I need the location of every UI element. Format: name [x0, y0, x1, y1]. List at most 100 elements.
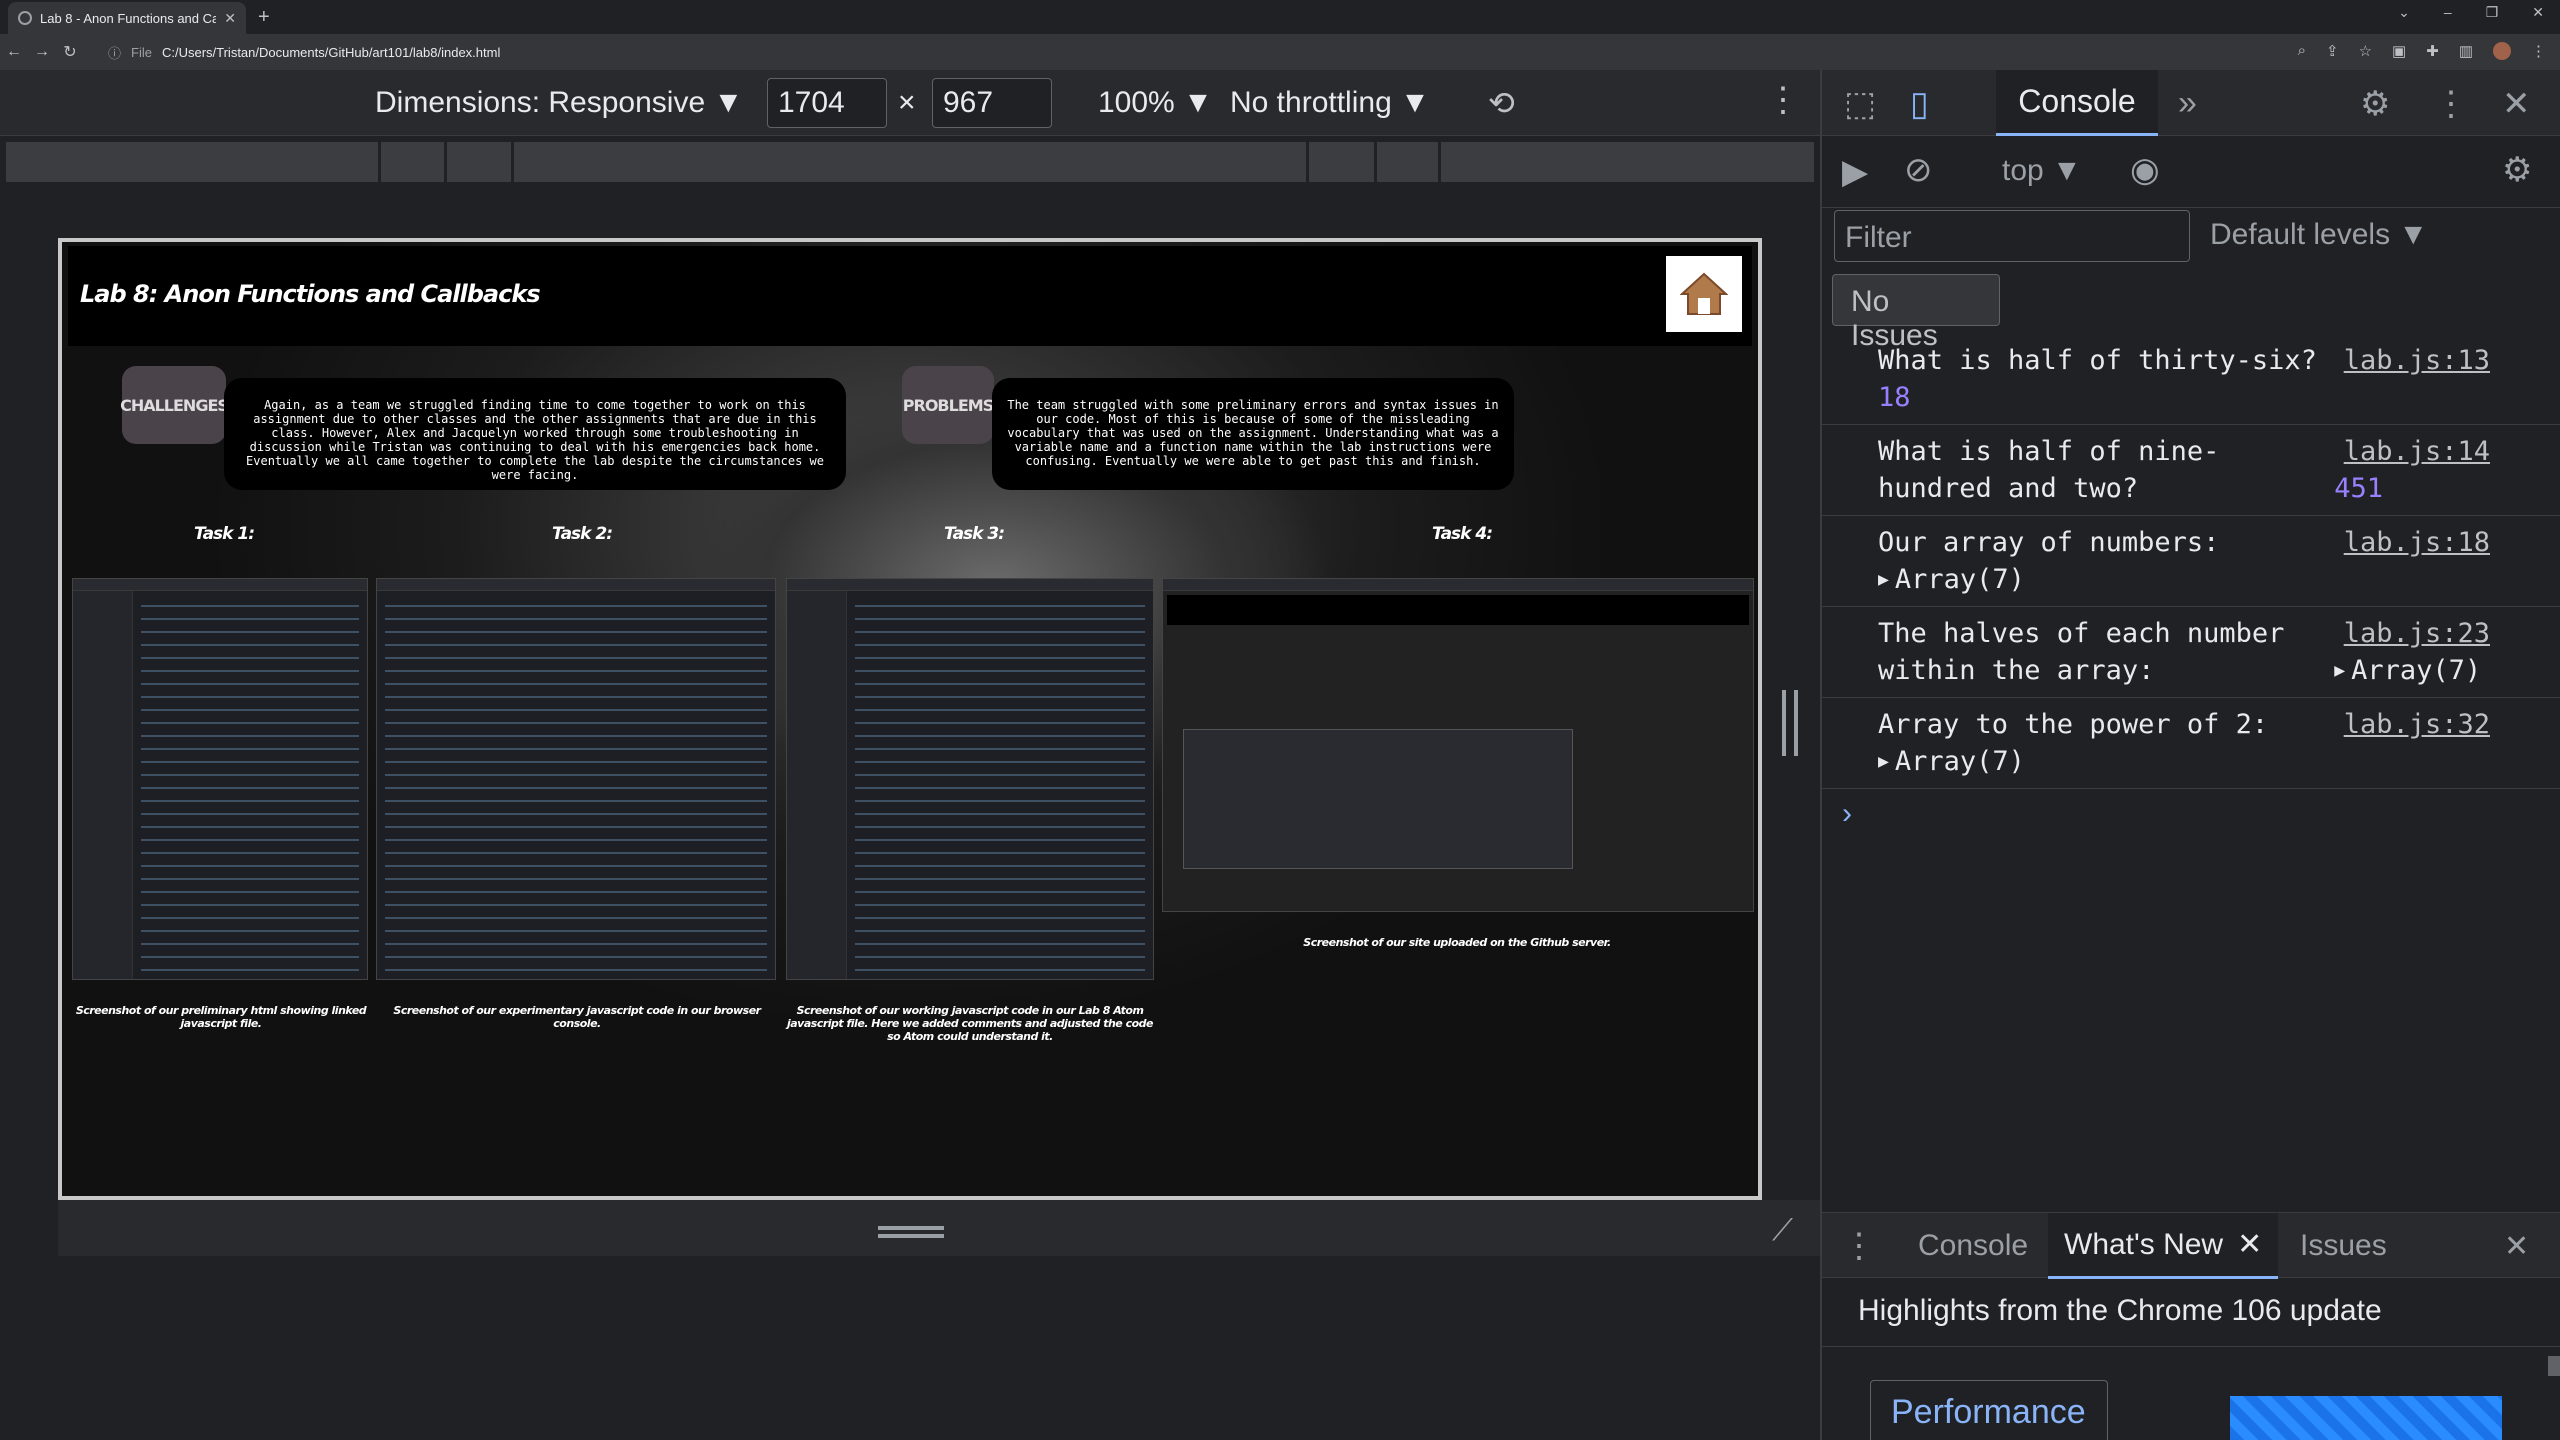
task-3-label: Task 3:	[944, 524, 1005, 544]
task-1-screenshot	[72, 578, 368, 980]
source-link[interactable]: lab.js:14	[2344, 433, 2490, 470]
rotate-icon[interactable]: ⟲	[1488, 84, 1515, 122]
tab-title: Lab 8 - Anon Functions and Callb	[40, 10, 217, 26]
drawer-tab-bar: ⋮ Console What's New ✕ Issues ✕	[1822, 1212, 2560, 1279]
expand-array[interactable]: Array(7)	[1878, 564, 2025, 595]
url-scheme-label: File	[131, 44, 152, 60]
back-icon[interactable]: ←	[0, 43, 28, 61]
challenges-badge: CHALLENGES	[120, 366, 229, 444]
drawer-tab-issues[interactable]: Issues	[2300, 1213, 2387, 1279]
console-messages: What is half of thirty-six? 18 lab.js:13…	[1822, 334, 2560, 839]
clear-console-icon[interactable]: ⊘	[1904, 150, 1933, 190]
drawer-tab-whats-new[interactable]: What's New ✕	[2048, 1213, 2279, 1279]
close-drawer-icon[interactable]: ✕	[2504, 1213, 2529, 1279]
drawer-menu-icon[interactable]: ⋮	[1842, 1213, 1876, 1279]
drawer-scrollbar[interactable]	[2548, 1356, 2560, 1376]
browser-tab[interactable]: Lab 8 - Anon Functions and Callb ✕	[8, 2, 246, 34]
reload-icon[interactable]: ↻	[56, 42, 84, 62]
close-tab-icon[interactable]: ✕	[224, 10, 236, 27]
expand-array[interactable]: Array(7)	[1878, 746, 2025, 777]
console-message: Our array of numbers: Array(7) lab.js:18	[1822, 516, 2560, 607]
tab-console[interactable]: Console	[1996, 70, 2158, 136]
profile-avatar[interactable]	[2493, 42, 2511, 60]
expand-array[interactable]: Array(7)	[2334, 655, 2481, 686]
viewport-resize-handle-bottom[interactable]	[878, 1226, 944, 1238]
problems-text: The team struggled with some preliminary…	[992, 378, 1514, 490]
console-message: What is half of nine-hundred and two? 45…	[1822, 425, 2560, 516]
bookmark-star-icon[interactable]: ☆	[2359, 42, 2372, 60]
toolbar-icons: ⌕ ⇪ ☆ ▣ ✚ ▥ ⋮	[2298, 42, 2546, 60]
task-4-screenshot	[1162, 578, 1754, 912]
info-icon[interactable]: ⓘ	[108, 43, 121, 62]
puzzle-icon[interactable]: ✚	[2426, 42, 2439, 60]
issues-button[interactable]: No Issues	[1832, 274, 2000, 352]
sidebar-toggle-icon[interactable]: ▶	[1842, 152, 1868, 192]
device-menu-icon[interactable]: ⋮	[1766, 80, 1800, 120]
width-input[interactable]: 1704	[767, 78, 887, 128]
zoom-dropdown[interactable]: 100% ▼	[1098, 86, 1213, 120]
drawer-tab-console[interactable]: Console	[1918, 1213, 2028, 1279]
source-link[interactable]: lab.js:13	[2344, 342, 2490, 379]
minimize-icon[interactable]: –	[2444, 4, 2452, 21]
performance-card-title[interactable]: Performance	[1870, 1380, 2108, 1440]
more-tabs-icon[interactable]: »	[2178, 84, 2197, 123]
task-1-label: Task 1:	[194, 524, 255, 544]
dimensions-dropdown[interactable]: Dimensions: Responsive ▼	[375, 86, 743, 120]
home-button[interactable]	[1666, 256, 1742, 332]
source-link[interactable]: lab.js:18	[2344, 524, 2490, 561]
task-2-caption: Screenshot of our experimentary javascri…	[393, 1004, 761, 1030]
forward-icon[interactable]: →	[28, 43, 56, 61]
sidebar-icon[interactable]: ▥	[2459, 42, 2473, 60]
tab-search-icon[interactable]: ⌄	[2398, 4, 2410, 21]
console-prompt[interactable]: ›	[1822, 789, 2560, 839]
source-link[interactable]: lab.js:32	[2344, 706, 2490, 743]
challenges-text: Again, as a team we struggled finding ti…	[224, 378, 846, 490]
extension-icon[interactable]: ▣	[2392, 42, 2406, 60]
url-text[interactable]: C:/Users/Tristan/Documents/GitHub/art101…	[162, 45, 500, 60]
media-query-bar[interactable]	[6, 142, 1814, 182]
problems-badge: PROBLEMS	[902, 366, 994, 444]
settings-gear-icon[interactable]: ⚙	[2360, 84, 2390, 124]
whats-new-heading: Highlights from the Chrome 106 update	[1858, 1294, 2382, 1327]
inspect-element-icon[interactable]: ⬚	[1844, 84, 1876, 124]
source-link[interactable]: lab.js:23	[2344, 615, 2490, 652]
devtools-toolbar: ⬚ ▯ Console » ⚙ ⋮ ✕	[1822, 70, 2560, 136]
home-icon	[1680, 272, 1728, 315]
live-expression-eye-icon[interactable]: ◉	[2130, 150, 2160, 190]
console-settings-gear-icon[interactable]: ⚙	[2502, 150, 2532, 190]
close-devtools-icon[interactable]: ✕	[2502, 84, 2531, 124]
restore-icon[interactable]: ❐	[2486, 4, 2499, 21]
resize-corner-icon[interactable]: ⟋	[1772, 1214, 1793, 1248]
emulated-viewport: Lab 8: Anon Functions and Callbacks CHAL…	[58, 238, 1762, 1200]
close-tab-icon[interactable]: ✕	[2237, 1227, 2262, 1262]
console-message: The halves of each number within the arr…	[1822, 607, 2560, 698]
filter-input[interactable]: Filter	[1834, 210, 2190, 262]
throttling-dropdown[interactable]: No throttling ▼	[1230, 86, 1430, 120]
devtools-panel: ⬚ ▯ Console » ⚙ ⋮ ✕ ▶ ⊘ top ▼ ◉ ⚙ Filter…	[1820, 70, 2560, 1440]
site-title: Lab 8: Anon Functions and Callbacks	[80, 280, 541, 308]
device-toggle-icon[interactable]: ▯	[1910, 84, 1929, 124]
console-message: What is half of thirty-six? 18 lab.js:13	[1822, 334, 2560, 425]
viewport-resize-handle-right[interactable]	[1782, 690, 1798, 756]
devtools-menu-icon[interactable]: ⋮	[2434, 84, 2468, 124]
close-window-icon[interactable]: ✕	[2532, 4, 2544, 21]
menu-kebab-icon[interactable]: ⋮	[2531, 42, 2546, 60]
share-icon[interactable]: ⇪	[2326, 42, 2339, 60]
height-input[interactable]: 967	[932, 78, 1052, 128]
task-3-caption: Screenshot of our working javascript cod…	[786, 1004, 1154, 1043]
zoom-icon[interactable]: ⌕	[2298, 42, 2306, 60]
device-toolbar: Dimensions: Responsive ▼ 1704 × 967 100%…	[0, 70, 1820, 136]
task-4-label: Task 4:	[1432, 524, 1493, 544]
log-levels-dropdown[interactable]: Default levels ▼	[2210, 218, 2428, 252]
new-tab-button[interactable]: +	[258, 6, 270, 29]
task-4-caption: Screenshot of our site uploaded on the G…	[1303, 936, 1611, 949]
console-message: Array to the power of 2: Array(7) lab.js…	[1822, 698, 2560, 789]
address-bar[interactable]: ⓘ File C:/Users/Tristan/Documents/GitHub…	[108, 38, 2288, 66]
globe-icon	[18, 11, 32, 25]
window-controls: ⌄ – ❐ ✕	[2398, 4, 2544, 21]
navigation-bar: ← → ↻ ⓘ File C:/Users/Tristan/Documents/…	[0, 34, 2560, 70]
feature-image	[2230, 1396, 2502, 1440]
site-header: Lab 8: Anon Functions and Callbacks	[68, 246, 1752, 346]
task-1-caption: Screenshot of our preliminary html showi…	[75, 1004, 367, 1030]
context-dropdown[interactable]: top ▼	[2002, 154, 2082, 188]
